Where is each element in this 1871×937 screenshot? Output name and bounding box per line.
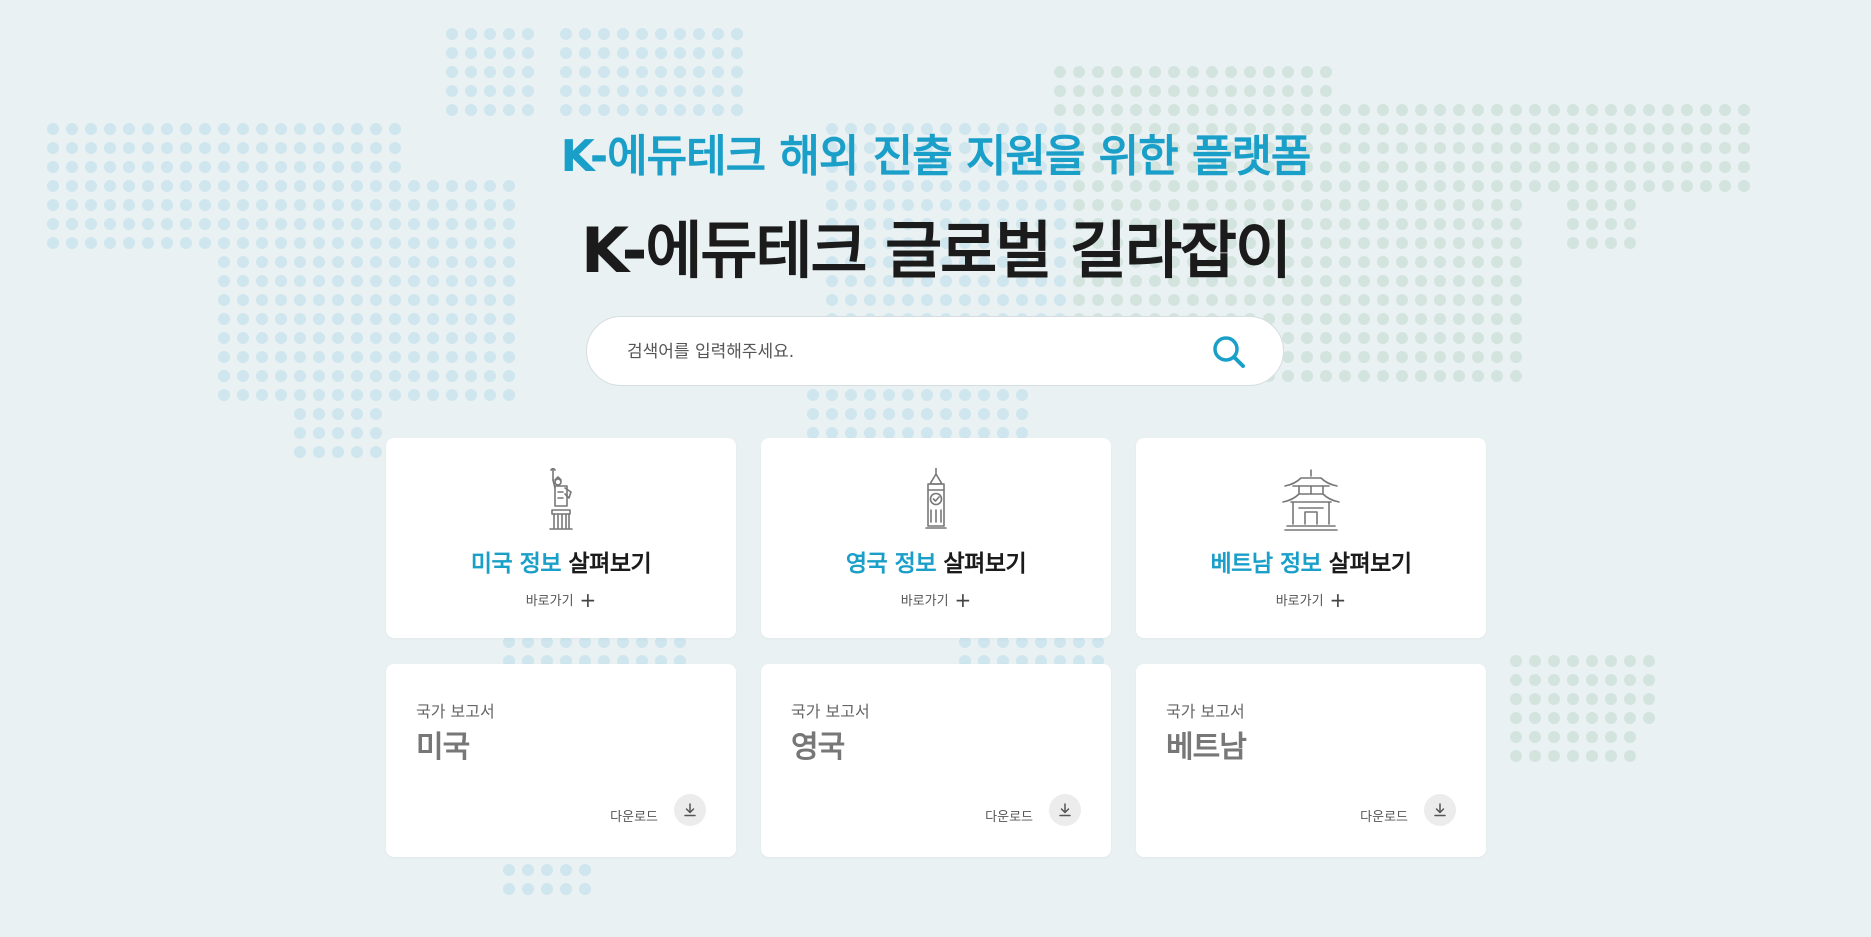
download-button[interactable] <box>674 794 706 826</box>
report-label: 국가 보고서 <box>1166 702 1245 721</box>
search-icon <box>1213 336 1245 368</box>
shortcut-label: 바로가기 <box>525 594 574 609</box>
usa-report-card: 국가 보고서 미국 다운로드 <box>386 664 736 857</box>
report-country: 베트남 <box>1166 730 1247 765</box>
vietnam-report-card: 국가 보고서 베트남 다운로드 <box>1136 664 1486 857</box>
shortcut-label: 바로가기 <box>1275 594 1324 609</box>
download-icon <box>1434 803 1446 817</box>
big-ben-icon <box>761 468 1111 532</box>
report-country: 미국 <box>416 730 470 765</box>
download-label[interactable]: 다운로드 <box>1360 806 1408 825</box>
download-label[interactable]: 다운로드 <box>985 806 1033 825</box>
hero-subtitle: K-에듀테크 해외 진출 지원을 위한 플랫폼 <box>560 131 1312 182</box>
page-title: K-에듀테크 글로벌 길라잡이 <box>581 214 1292 287</box>
vietnam-info-card[interactable]: 베트남 정보 살펴보기 바로가기 + <box>1136 438 1486 638</box>
download-icon <box>1059 803 1071 817</box>
info-card-title-rest: 살펴보기 <box>1321 551 1412 577</box>
info-card-title-highlight: 미국 정보 <box>470 551 562 577</box>
plus-icon: + <box>579 588 597 612</box>
shortcut-link[interactable]: 바로가기 + <box>386 588 736 612</box>
search-input[interactable] <box>625 317 1189 387</box>
uk-report-card: 국가 보고서 영국 다운로드 <box>761 664 1111 857</box>
uk-info-card[interactable]: 영국 정보 살펴보기 바로가기 + <box>761 438 1111 638</box>
search-button[interactable] <box>1209 332 1249 372</box>
usa-info-card[interactable]: 미국 정보 살펴보기 바로가기 + <box>386 438 736 638</box>
plus-icon: + <box>954 588 972 612</box>
shortcut-link[interactable]: 바로가기 + <box>761 588 1111 612</box>
download-button[interactable] <box>1424 794 1456 826</box>
shortcut-label: 바로가기 <box>900 594 949 609</box>
info-card-title: 영국 정보 살펴보기 <box>761 544 1111 578</box>
download-icon <box>684 803 696 817</box>
shortcut-link[interactable]: 바로가기 + <box>1136 588 1486 612</box>
info-card-title-rest: 살펴보기 <box>936 551 1027 577</box>
plus-icon: + <box>1329 588 1347 612</box>
download-button[interactable] <box>1049 794 1081 826</box>
search-bar <box>586 316 1284 387</box>
info-card-title-highlight: 베트남 정보 <box>1210 551 1322 577</box>
statue-of-liberty-icon <box>386 468 736 532</box>
pagoda-icon <box>1136 468 1486 532</box>
info-card-title: 베트남 정보 살펴보기 <box>1136 544 1486 578</box>
report-label: 국가 보고서 <box>416 702 495 721</box>
report-country: 영국 <box>791 730 845 765</box>
download-label[interactable]: 다운로드 <box>610 806 658 825</box>
report-label: 국가 보고서 <box>791 702 870 721</box>
info-card-title-highlight: 영국 정보 <box>845 551 937 577</box>
info-card-title-rest: 살펴보기 <box>561 551 652 577</box>
info-card-title: 미국 정보 살펴보기 <box>386 544 736 578</box>
